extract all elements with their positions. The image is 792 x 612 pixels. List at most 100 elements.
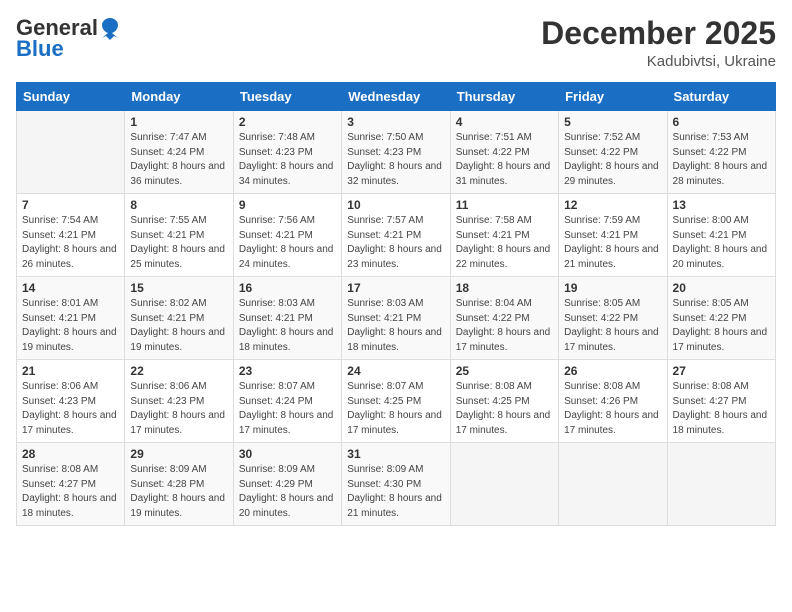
calendar-header-row: Sunday Monday Tuesday Wednesday Thursday… <box>17 83 776 111</box>
day-info: Sunrise: 8:09 AMSunset: 4:30 PMDaylight:… <box>347 463 444 521</box>
day-number: 31 <box>347 447 444 461</box>
day-info: Sunrise: 7:56 AMSunset: 4:21 PMDaylight:… <box>239 214 336 272</box>
day-number: 17 <box>347 281 444 295</box>
table-row: 28 Sunrise: 8:08 AMSunset: 4:27 PMDayligh… <box>17 443 125 526</box>
day-info: Sunrise: 7:52 AMSunset: 4:22 PMDaylight:… <box>564 131 661 189</box>
calendar-week-row: 21 Sunrise: 8:06 AMSunset: 4:23 PMDayligh… <box>17 360 776 443</box>
day-info: Sunrise: 8:03 AMSunset: 4:21 PMDaylight:… <box>239 297 336 355</box>
table-row: 5Sunrise: 7:52 AMSunset: 4:22 PMDaylight… <box>559 111 667 194</box>
col-monday: Monday <box>125 83 233 111</box>
day-info: Sunrise: 7:54 AMSunset: 4:21 PMDaylight:… <box>22 214 119 272</box>
table-row: 9 Sunrise: 7:56 AMSunset: 4:21 PMDaylight… <box>233 194 341 277</box>
table-row: 2 Sunrise: 7:48 AMSunset: 4:23 PMDaylight… <box>233 111 341 194</box>
day-number: 15 <box>130 281 227 295</box>
day-number: 10 <box>347 198 444 212</box>
calendar-week-row: 28 Sunrise: 8:08 AMSunset: 4:27 PMDayligh… <box>17 443 776 526</box>
table-row: 1Sunrise: 7:47 AMSunset: 4:24 PMDaylight… <box>125 111 233 194</box>
day-number: 25 <box>456 364 553 378</box>
day-info: Sunrise: 7:58 AMSunset: 4:21 PMDaylight:… <box>456 214 553 272</box>
day-number: 9 <box>239 198 336 212</box>
table-row <box>559 443 667 526</box>
table-row: 20 Sunrise: 8:05 AMSunset: 4:22 PMDayligh… <box>667 277 775 360</box>
day-number: 28 <box>22 447 119 461</box>
month-title: December 2025 <box>541 16 776 51</box>
day-info: Sunrise: 8:05 AMSunset: 4:22 PMDaylight:… <box>673 297 770 355</box>
table-row: 19 Sunrise: 8:05 AMSunset: 4:22 PMDayligh… <box>559 277 667 360</box>
title-block: December 2025 Kadubivtsi, Ukraine <box>541 16 776 70</box>
table-row: 13 Sunrise: 8:00 AMSunset: 4:21 PMDayligh… <box>667 194 775 277</box>
day-info: Sunrise: 7:51 AMSunset: 4:22 PMDaylight:… <box>456 131 553 189</box>
day-info: Sunrise: 8:05 AMSunset: 4:22 PMDaylight:… <box>564 297 661 355</box>
day-info: Sunrise: 7:47 AMSunset: 4:24 PMDaylight:… <box>130 131 227 189</box>
main-container: General Blue December 2025 Kadubivtsi, U… <box>0 0 792 534</box>
day-info: Sunrise: 7:53 AMSunset: 4:22 PMDaylight:… <box>673 131 770 189</box>
col-friday: Friday <box>559 83 667 111</box>
day-info: Sunrise: 8:08 AMSunset: 4:25 PMDaylight:… <box>456 380 553 438</box>
table-row: 31 Sunrise: 8:09 AMSunset: 4:30 PMDayligh… <box>342 443 450 526</box>
table-row: 27 Sunrise: 8:08 AMSunset: 4:27 PMDayligh… <box>667 360 775 443</box>
day-info: Sunrise: 7:55 AMSunset: 4:21 PMDaylight:… <box>130 214 227 272</box>
day-info: Sunrise: 7:50 AMSunset: 4:23 PMDaylight:… <box>347 131 444 189</box>
col-tuesday: Tuesday <box>233 83 341 111</box>
day-number: 20 <box>673 281 770 295</box>
day-info: Sunrise: 8:09 AMSunset: 4:29 PMDaylight:… <box>239 463 336 521</box>
day-number: 13 <box>673 198 770 212</box>
day-number: 2 <box>239 115 336 129</box>
day-info: Sunrise: 8:01 AMSunset: 4:21 PMDaylight:… <box>22 297 119 355</box>
day-info: Sunrise: 8:08 AMSunset: 4:26 PMDaylight:… <box>564 380 661 438</box>
day-number: 19 <box>564 281 661 295</box>
day-number: 27 <box>673 364 770 378</box>
day-number: 14 <box>22 281 119 295</box>
day-number: 4 <box>456 115 553 129</box>
table-row: 7 Sunrise: 7:54 AMSunset: 4:21 PMDaylight… <box>17 194 125 277</box>
day-number: 22 <box>130 364 227 378</box>
day-info: Sunrise: 8:07 AMSunset: 4:25 PMDaylight:… <box>347 380 444 438</box>
day-info: Sunrise: 8:08 AMSunset: 4:27 PMDaylight:… <box>22 463 119 521</box>
table-row: 16 Sunrise: 8:03 AMSunset: 4:21 PMDayligh… <box>233 277 341 360</box>
table-row: 4 Sunrise: 7:51 AMSunset: 4:22 PMDaylight… <box>450 111 558 194</box>
calendar-week-row: 14 Sunrise: 8:01 AMSunset: 4:21 PMDayligh… <box>17 277 776 360</box>
table-row: 25 Sunrise: 8:08 AMSunset: 4:25 PMDayligh… <box>450 360 558 443</box>
day-number: 26 <box>564 364 661 378</box>
page-header: General Blue December 2025 Kadubivtsi, U… <box>16 16 776 70</box>
table-row: 29 Sunrise: 8:09 AMSunset: 4:28 PMDayligh… <box>125 443 233 526</box>
day-number: 21 <box>22 364 119 378</box>
day-number: 6 <box>673 115 770 129</box>
day-info: Sunrise: 8:07 AMSunset: 4:24 PMDaylight:… <box>239 380 336 438</box>
day-number: 8 <box>130 198 227 212</box>
day-number: 18 <box>456 281 553 295</box>
day-number: 16 <box>239 281 336 295</box>
day-info: Sunrise: 7:48 AMSunset: 4:23 PMDaylight:… <box>239 131 336 189</box>
table-row: 3 Sunrise: 7:50 AMSunset: 4:23 PMDaylight… <box>342 111 450 194</box>
day-number: 3 <box>347 115 444 129</box>
col-saturday: Saturday <box>667 83 775 111</box>
table-row <box>17 111 125 194</box>
day-number: 23 <box>239 364 336 378</box>
table-row: 24 Sunrise: 8:07 AMSunset: 4:25 PMDayligh… <box>342 360 450 443</box>
table-row: 30Sunrise: 8:09 AMSunset: 4:29 PMDayligh… <box>233 443 341 526</box>
day-info: Sunrise: 8:00 AMSunset: 4:21 PMDaylight:… <box>673 214 770 272</box>
day-info: Sunrise: 8:09 AMSunset: 4:28 PMDaylight:… <box>130 463 227 521</box>
day-number: 24 <box>347 364 444 378</box>
day-info: Sunrise: 8:06 AMSunset: 4:23 PMDaylight:… <box>22 380 119 438</box>
day-info: Sunrise: 8:03 AMSunset: 4:21 PMDaylight:… <box>347 297 444 355</box>
day-number: 11 <box>456 198 553 212</box>
logo: General Blue <box>16 16 120 62</box>
table-row: 23 Sunrise: 8:07 AMSunset: 4:24 PMDayligh… <box>233 360 341 443</box>
day-info: Sunrise: 8:08 AMSunset: 4:27 PMDaylight:… <box>673 380 770 438</box>
table-row <box>450 443 558 526</box>
day-number: 29 <box>130 447 227 461</box>
day-number: 12 <box>564 198 661 212</box>
col-thursday: Thursday <box>450 83 558 111</box>
table-row <box>667 443 775 526</box>
table-row: 22 Sunrise: 8:06 AMSunset: 4:23 PMDayligh… <box>125 360 233 443</box>
day-info: Sunrise: 7:57 AMSunset: 4:21 PMDaylight:… <box>347 214 444 272</box>
table-row: 8 Sunrise: 7:55 AMSunset: 4:21 PMDaylight… <box>125 194 233 277</box>
table-row: 18Sunrise: 8:04 AMSunset: 4:22 PMDayligh… <box>450 277 558 360</box>
col-wednesday: Wednesday <box>342 83 450 111</box>
calendar-week-row: 1Sunrise: 7:47 AMSunset: 4:24 PMDaylight… <box>17 111 776 194</box>
day-number: 7 <box>22 198 119 212</box>
col-sunday: Sunday <box>17 83 125 111</box>
table-row: 21 Sunrise: 8:06 AMSunset: 4:23 PMDayligh… <box>17 360 125 443</box>
day-info: Sunrise: 8:06 AMSunset: 4:23 PMDaylight:… <box>130 380 227 438</box>
